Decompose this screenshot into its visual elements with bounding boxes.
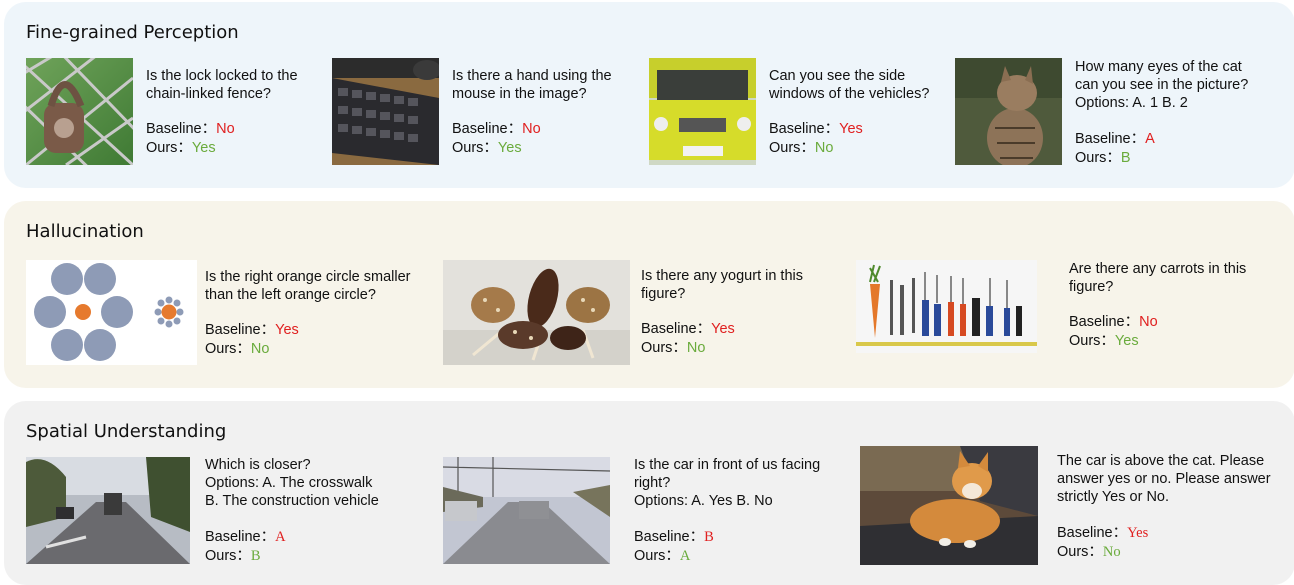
road-cars-image (443, 457, 610, 564)
answer-block: Baseline：Yes Ours：No (641, 321, 735, 356)
ours-answer: Yes (497, 140, 522, 156)
question-text: Is there a hand using the mouse in the im… (452, 68, 612, 102)
answer-block: Baseline：Yes Ours：No (769, 121, 863, 156)
ours-answer: Yes (1114, 333, 1139, 349)
ice-cream-bars-image (443, 260, 630, 365)
answer-block: Baseline：Yes Ours：No (1057, 525, 1149, 560)
section-title: Spatial Understanding (26, 421, 227, 442)
baseline-answer: Yes (711, 321, 735, 337)
ours-answer: No (814, 140, 834, 156)
circle-illusion-image (26, 260, 197, 365)
ours-answer: Yes (191, 140, 216, 156)
question-text: Are there any carrots in this figure? (1069, 261, 1247, 295)
ours-answer: No (1102, 544, 1121, 560)
tabby-cat-image (955, 58, 1062, 165)
tools-carrot-image (856, 260, 1037, 353)
ours-answer: B (1120, 150, 1131, 166)
answer-block: Baseline：No Ours：Yes (146, 121, 235, 156)
padlock-fence-image (26, 58, 133, 165)
answer-block: Baseline：B Ours：A (634, 529, 714, 564)
baseline-answer: Yes (839, 121, 863, 137)
road-construction-image (26, 457, 190, 564)
section-title: Fine-grained Perception (26, 22, 239, 43)
answer-block: Baseline：A Ours：B (205, 529, 286, 564)
baseline-answer: Yes (275, 322, 299, 338)
baseline-answer: No (522, 121, 541, 137)
ours-answer: B (250, 548, 261, 564)
baseline-answer: A (275, 529, 286, 545)
question-text: Which is closer? Options: A. The crosswal… (205, 457, 379, 509)
question-text: Is the car in front of us facing right? Op… (634, 457, 821, 509)
answer-block: Baseline：Yes Ours：No (205, 322, 299, 357)
section-title: Hallucination (26, 221, 144, 242)
question-text: The car is above the cat. Please answer y… (1057, 453, 1271, 505)
question-text: How many eyes of the cat can you see in t… (1075, 59, 1249, 111)
question-text: Is the lock locked to the chain-linked fe… (146, 68, 298, 102)
ours-answer: No (686, 340, 706, 356)
keyboard-image (332, 58, 439, 165)
answer-block: Baseline：No Ours：Yes (452, 121, 541, 156)
baseline-answer: A (1145, 131, 1155, 147)
baseline-answer: Yes (1127, 525, 1149, 541)
question-text: Is there any yogurt in this figure? (641, 268, 803, 302)
ours-answer: A (679, 548, 691, 564)
baseline-answer: B (704, 529, 714, 545)
question-text: Is the right orange circle smaller than t… (205, 269, 411, 303)
yellow-van-image (649, 58, 756, 165)
ours-answer: No (250, 341, 270, 357)
cat-on-car-image (860, 446, 1038, 565)
question-text: Can you see the side windows of the vehic… (769, 68, 930, 102)
answer-block: Baseline：A Ours：B (1075, 131, 1155, 166)
baseline-answer: No (216, 121, 235, 137)
answer-block: Baseline：No Ours：Yes (1069, 314, 1158, 349)
baseline-answer: No (1139, 314, 1158, 330)
